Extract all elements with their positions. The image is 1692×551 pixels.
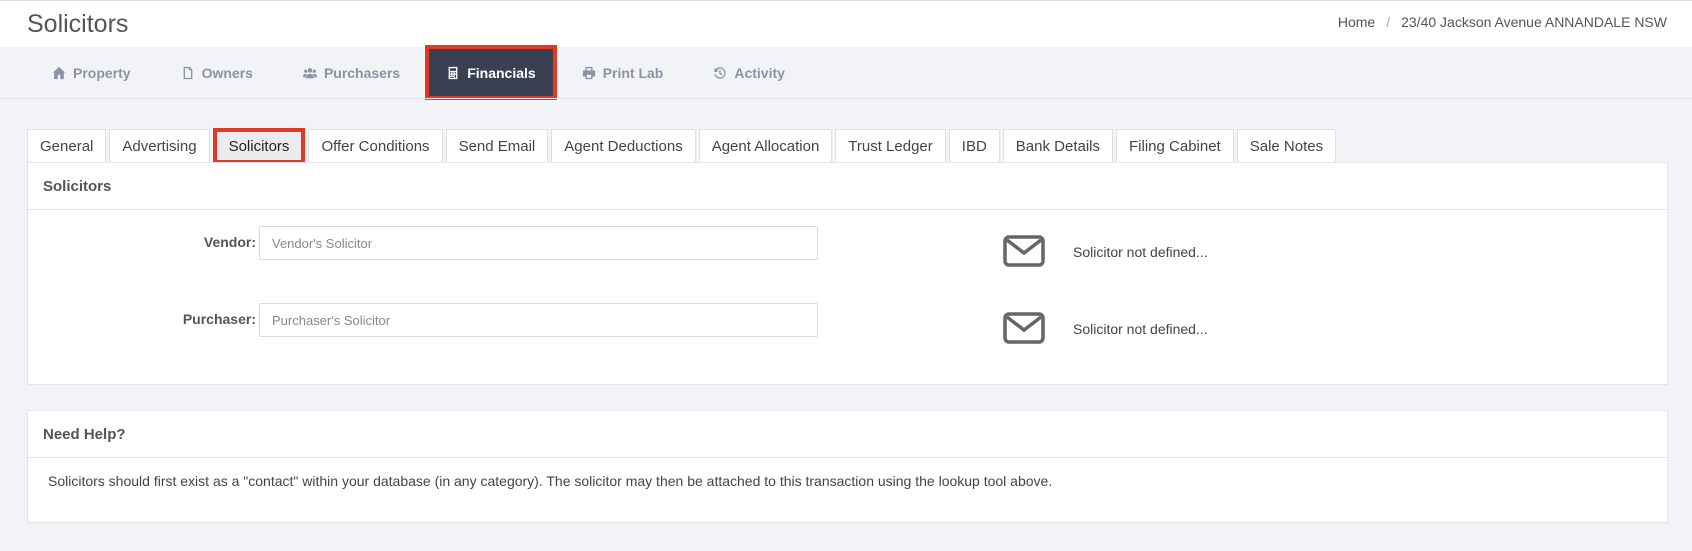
- tab-send-email[interactable]: Send Email: [445, 129, 549, 163]
- nav-item-property[interactable]: Property: [27, 47, 156, 98]
- tab-trust-ledger[interactable]: Trust Ledger: [835, 129, 946, 163]
- nav-item-label: Property: [73, 64, 131, 81]
- help-panel: Need Help? Solicitors should first exist…: [27, 410, 1668, 523]
- breadcrumb-current: 23/40 Jackson Avenue ANNANDALE NSW: [1401, 14, 1667, 30]
- breadcrumb-home-link[interactable]: Home: [1338, 14, 1375, 30]
- breadcrumb-separator: /: [1386, 14, 1391, 30]
- vendor-solicitor-status: Solicitor not defined...: [1073, 244, 1208, 260]
- printer-icon: [582, 66, 595, 79]
- tab-agent-deductions[interactable]: Agent Deductions: [551, 129, 696, 163]
- vendor-email-icon[interactable]: [1003, 235, 1045, 267]
- nav-item-label: Activity: [734, 64, 785, 81]
- users-icon: [302, 67, 317, 78]
- file-icon: [183, 66, 192, 79]
- page-title: Solicitors: [27, 10, 129, 38]
- page-header: Solicitors Home / 23/40 Jackson Avenue A…: [0, 1, 1692, 47]
- envelope-icon: [1003, 312, 1045, 344]
- nav-item-purchasers[interactable]: Purchasers: [278, 47, 425, 98]
- nav-item-print-lab[interactable]: Print Lab: [557, 47, 689, 98]
- tab-bank-details[interactable]: Bank Details: [1002, 129, 1114, 163]
- tab-sale-notes[interactable]: Sale Notes: [1236, 129, 1337, 163]
- purchaser-solicitor-input[interactable]: [259, 303, 818, 337]
- purchaser-row: Purchaser:: [28, 303, 1667, 337]
- nav-item-financials[interactable]: Financials: [425, 45, 557, 100]
- calculator-icon: [448, 66, 458, 79]
- tab-agent-allocation[interactable]: Agent Allocation: [698, 129, 833, 163]
- nav-item-label: Financials: [467, 64, 536, 81]
- nav-item-label: Owners: [201, 64, 253, 81]
- vendor-row: Vendor:: [28, 226, 1667, 260]
- tab-offer-conditions[interactable]: Offer Conditions: [308, 129, 443, 163]
- home-icon: [52, 66, 66, 79]
- help-panel-title: Need Help?: [28, 411, 1667, 458]
- tab-general[interactable]: General: [27, 129, 107, 163]
- main-nav: Property Owners Purchasers Financials Pr…: [27, 45, 810, 100]
- nav-item-owners[interactable]: Owners: [156, 47, 278, 98]
- purchaser-solicitor-status: Solicitor not defined...: [1073, 321, 1208, 337]
- purchaser-email-icon[interactable]: [1003, 312, 1045, 344]
- nav-item-label: Purchasers: [323, 64, 401, 81]
- vendor-label: Vendor:: [203, 234, 256, 250]
- envelope-icon: [1003, 235, 1045, 267]
- vendor-solicitor-input[interactable]: [259, 226, 818, 260]
- tab-filing-cabinet[interactable]: Filing Cabinet: [1116, 129, 1234, 163]
- tab-advertising[interactable]: Advertising: [109, 129, 210, 163]
- panel-title: Solicitors: [28, 163, 1667, 210]
- history-icon: [714, 66, 727, 79]
- tab-ibd[interactable]: IBD: [948, 129, 1000, 163]
- sub-tabs: General Advertising Solicitors Offer Con…: [27, 128, 1337, 164]
- nav-item-label: Print Lab: [602, 64, 664, 81]
- tab-solicitors[interactable]: Solicitors: [212, 128, 306, 164]
- breadcrumb: Home / 23/40 Jackson Avenue ANNANDALE NS…: [1338, 14, 1667, 30]
- nav-divider: [0, 98, 1692, 99]
- nav-item-activity[interactable]: Activity: [688, 47, 810, 98]
- solicitors-panel: Solicitors Vendor: Solicitor not defined…: [27, 162, 1668, 385]
- help-text: Solicitors should first exist as a "cont…: [48, 473, 1053, 489]
- purchaser-label: Purchaser:: [182, 311, 256, 327]
